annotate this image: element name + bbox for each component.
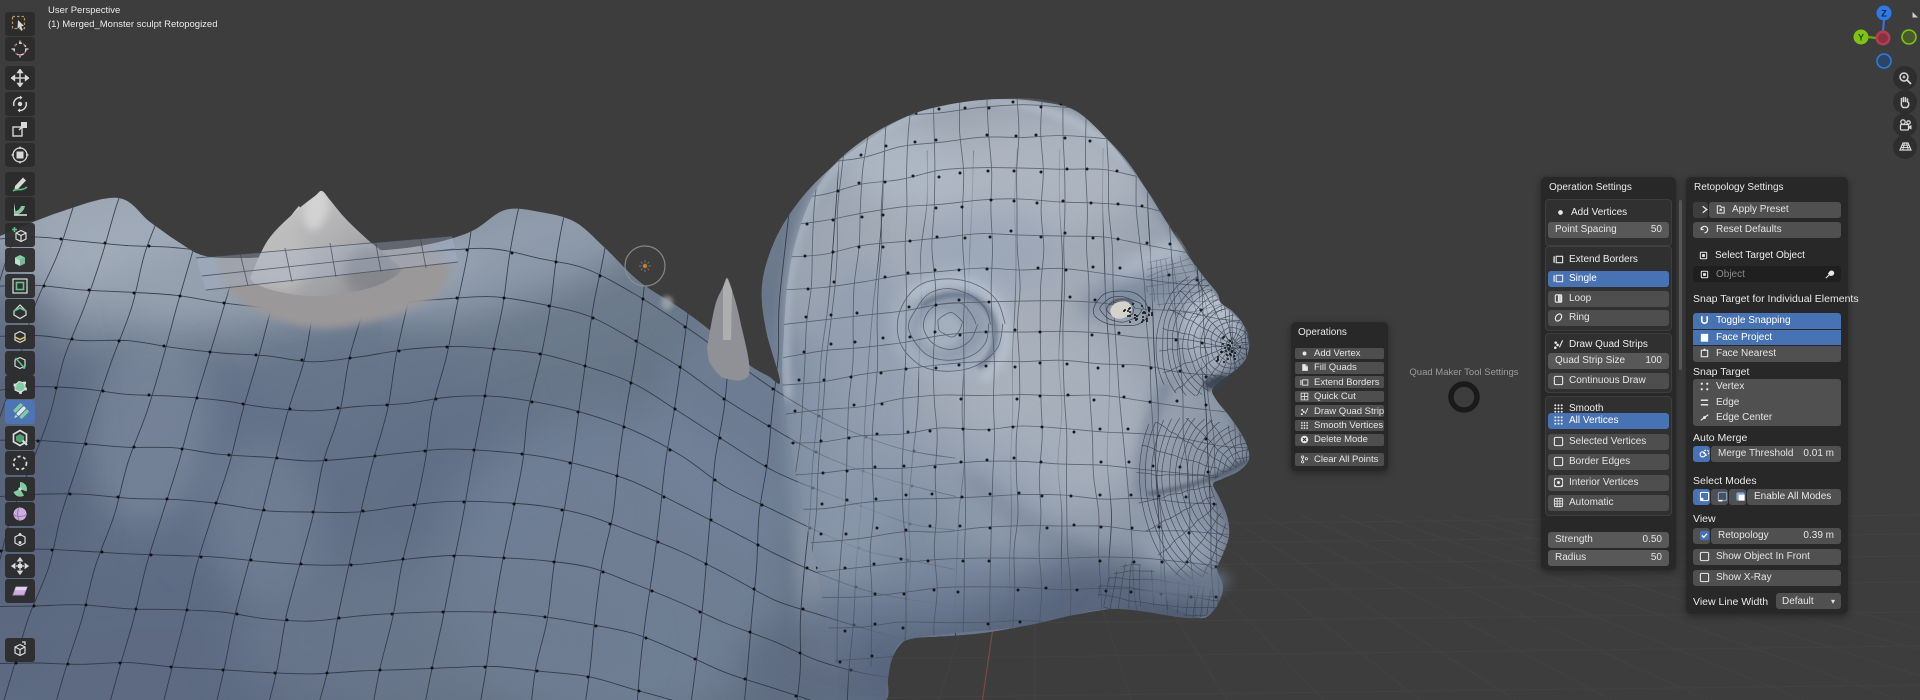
svg-text:Y: Y xyxy=(1858,33,1864,43)
svg-text:Z: Z xyxy=(1881,9,1887,19)
